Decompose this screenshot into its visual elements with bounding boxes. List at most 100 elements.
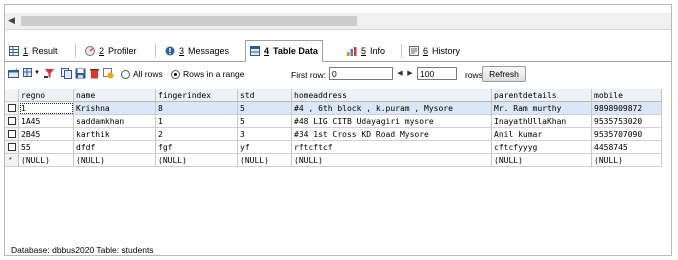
- delete-icon[interactable]: [89, 68, 100, 79]
- cell-mobile[interactable]: 9535753020: [592, 115, 662, 128]
- checkbox[interactable]: [8, 130, 16, 138]
- insert-row-icon[interactable]: +: [8, 68, 19, 79]
- cell-homeaddress[interactable]: (NULL): [292, 154, 492, 167]
- table-row[interactable]: 2B45 karthik 2 3 #34 1st Cross KD Road M…: [5, 128, 671, 141]
- column-header-homeaddress[interactable]: homeaddress: [292, 89, 492, 102]
- previous-page-icon[interactable]: ◀: [395, 68, 405, 79]
- cell-homeaddress[interactable]: rftcftcf: [292, 141, 492, 154]
- cell-fingerindex[interactable]: 2: [156, 128, 238, 141]
- cell-name[interactable]: dfdf: [74, 141, 156, 154]
- tab-info[interactable]: 5 Info: [347, 43, 385, 59]
- tab-history[interactable]: 6 History: [409, 43, 460, 59]
- cell-std[interactable]: 5: [238, 102, 292, 115]
- cell-regno[interactable]: 55: [19, 141, 74, 154]
- cell-regno[interactable]: (NULL): [19, 154, 74, 167]
- cell-fingerindex[interactable]: fgf: [156, 141, 238, 154]
- cell-std[interactable]: yf: [238, 141, 292, 154]
- tab-number: 4: [264, 46, 270, 56]
- tab-label: Table Data: [273, 46, 318, 56]
- radio-button[interactable]: [121, 69, 130, 79]
- tab-table-data[interactable]: 4 Table Data: [245, 40, 323, 62]
- history-icon: [409, 46, 419, 56]
- column-header-std[interactable]: std: [238, 89, 292, 102]
- tab-number: 2: [99, 46, 105, 56]
- tab-number: 1: [23, 46, 29, 56]
- result-tabs: 1 Result 2 Profiler 3 Messages 4 Table Data …: [5, 39, 671, 62]
- cell-std[interactable]: 3: [238, 128, 292, 141]
- cell-std[interactable]: (NULL): [238, 154, 292, 167]
- copy-rows-icon[interactable]: [61, 68, 72, 79]
- select-all-corner[interactable]: [5, 89, 19, 102]
- tab-result[interactable]: 1 Result: [9, 43, 58, 59]
- new-row[interactable]: * (NULL) (NULL) (NULL) (NULL) (NULL) (NU…: [5, 154, 671, 167]
- cell-fingerindex[interactable]: 8: [156, 102, 238, 115]
- tab-label: Info: [370, 46, 386, 56]
- cell-homeaddress[interactable]: #4 , 6th block , k.puram , Mysore: [292, 102, 492, 115]
- cell-mobile[interactable]: 9898909872: [592, 102, 662, 115]
- status-bar-text: Database: dbbus2020 Table: students: [11, 245, 154, 255]
- radio-button-selected[interactable]: [171, 69, 180, 79]
- tab-label: Result: [32, 46, 58, 56]
- cell-homeaddress[interactable]: #34 1st Cross KD Road Mysore: [292, 128, 492, 141]
- cell-mobile[interactable]: 9535707090: [592, 128, 662, 141]
- cell-mobile[interactable]: 4458745: [592, 141, 662, 154]
- cell-std[interactable]: 5: [238, 115, 292, 128]
- column-header-mobile[interactable]: mobile: [592, 89, 662, 102]
- cell-fingerindex[interactable]: 1: [156, 115, 238, 128]
- scroll-left-icon[interactable]: ◀: [8, 15, 15, 26]
- cell-mobile[interactable]: (NULL): [592, 154, 662, 167]
- cell-name[interactable]: karthik: [74, 128, 156, 141]
- checkbox[interactable]: [8, 117, 16, 125]
- tab-profiler[interactable]: 2 Profiler: [85, 43, 137, 59]
- cell-parentdetails[interactable]: Anil kumar: [492, 128, 592, 141]
- refresh-button[interactable]: Refresh: [482, 66, 526, 82]
- cell-fingerindex[interactable]: (NULL): [156, 154, 238, 167]
- table-row[interactable]: 55 dfdf fgf yf rftcftcf cftcfyyyg 445874…: [5, 141, 671, 154]
- column-header-regno[interactable]: regno: [19, 89, 74, 102]
- row-limit-input[interactable]: 100: [417, 67, 457, 80]
- cell-parentdetails[interactable]: InayathUllaKhan: [492, 115, 592, 128]
- row-checkbox[interactable]: [5, 128, 19, 141]
- grid-options-icon[interactable]: [23, 68, 34, 79]
- cell-name[interactable]: saddamkhan: [74, 115, 156, 128]
- new-row-marker[interactable]: *: [5, 154, 19, 167]
- checkbox[interactable]: [8, 104, 16, 112]
- cell-name[interactable]: Krishna: [74, 102, 156, 115]
- cell-homeaddress[interactable]: #48 LIG CITB Udayagiri mysore: [292, 115, 492, 128]
- cell-regno[interactable]: 1A45: [19, 115, 74, 128]
- table-row[interactable]: 1A45 saddamkhan 1 5 #48 LIG CITB Udayagi…: [5, 115, 671, 128]
- cell-regno[interactable]: 2B45: [19, 128, 74, 141]
- tab-number: 3: [179, 46, 185, 56]
- cell-name[interactable]: (NULL): [74, 154, 156, 167]
- cell-parentdetails[interactable]: (NULL): [492, 154, 592, 167]
- cell-parentdetails[interactable]: cftcfyyyg: [492, 141, 592, 154]
- checkbox[interactable]: [8, 143, 16, 151]
- all-rows-radio[interactable]: All rows: [121, 69, 163, 79]
- table-data-toolbar: + ▼ All rows Rows in a range First row: …: [5, 63, 671, 87]
- tab-label: Messages: [188, 46, 230, 56]
- tab-label: Profiler: [108, 46, 137, 56]
- column-header-fingerindex[interactable]: fingerindex: [156, 89, 238, 102]
- rows-in-range-radio[interactable]: Rows in a range: [171, 69, 244, 79]
- rows-label: rows: [465, 70, 483, 80]
- next-page-icon[interactable]: ▶: [405, 68, 415, 79]
- tab-number: 5: [361, 46, 367, 56]
- column-header-parentdetails[interactable]: parentdetails: [492, 89, 592, 102]
- cell-regno[interactable]: 1: [19, 102, 74, 115]
- row-checkbox[interactable]: [5, 102, 19, 115]
- row-checkbox[interactable]: [5, 141, 19, 154]
- refresh-grid-icon[interactable]: [103, 68, 114, 79]
- first-row-input[interactable]: 0: [329, 67, 393, 80]
- scrollbar-thumb[interactable]: [21, 16, 357, 26]
- svg-text:+: +: [15, 68, 18, 73]
- rows-in-range-label: Rows in a range: [183, 69, 245, 79]
- save-icon[interactable]: [75, 68, 86, 79]
- tab-messages[interactable]: 3 Messages: [165, 43, 229, 59]
- tab-divider: [401, 44, 402, 58]
- cell-parentdetails[interactable]: Mr. Ram murthy: [492, 102, 592, 115]
- column-header-name[interactable]: name: [74, 89, 156, 102]
- row-checkbox[interactable]: [5, 115, 19, 128]
- table-row[interactable]: 1 Krishna 8 5 #4 , 6th block , k.puram ,…: [5, 102, 671, 115]
- filter-icon[interactable]: [44, 68, 55, 79]
- horizontal-scrollbar[interactable]: ◀: [5, 13, 671, 30]
